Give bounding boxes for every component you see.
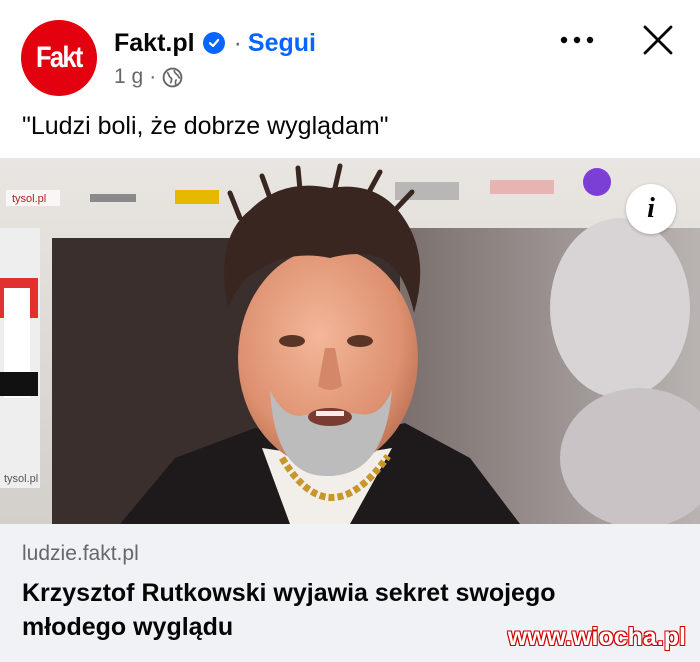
link-preview[interactable]: ludzie.fakt.pl Krzysztof Rutkowski wyjaw… xyxy=(0,524,700,662)
name-separator: · xyxy=(233,28,242,57)
info-icon[interactable]: i xyxy=(626,184,676,234)
more-options-icon[interactable] xyxy=(555,28,599,52)
name-row: Fakt.pl · Segui xyxy=(114,26,316,60)
follow-button[interactable]: Segui xyxy=(248,29,316,58)
post-meta: 1 g · xyxy=(114,64,183,90)
svg-text:tysol.pl: tysol.pl xyxy=(12,193,46,205)
watermark: www.wiocha.pl xyxy=(507,623,686,651)
post-caption: "Ludzi boli, że dobrze wyglądam" xyxy=(22,112,389,140)
avatar-logo-text: Fakt xyxy=(36,41,83,74)
link-domain: ludzie.fakt.pl xyxy=(22,542,139,565)
globe-icon xyxy=(162,67,183,87)
info-icon-glyph: i xyxy=(647,193,655,224)
verified-badge-icon xyxy=(202,32,225,54)
svg-text:tysol.pl: tysol.pl xyxy=(4,473,38,485)
page-name-link[interactable]: Fakt.pl xyxy=(114,29,195,58)
post-timestamp[interactable]: 1 g xyxy=(114,65,143,89)
close-icon[interactable] xyxy=(640,22,676,58)
post-header: Fakt Fakt.pl · Segui 1 g · xyxy=(0,0,700,100)
page-avatar[interactable]: Fakt xyxy=(21,20,97,96)
meta-separator: · xyxy=(149,65,157,88)
man-portrait-image: tysol.pl tysol.pl xyxy=(0,158,700,524)
post-image[interactable]: tysol.pl tysol.pl xyxy=(0,158,700,524)
